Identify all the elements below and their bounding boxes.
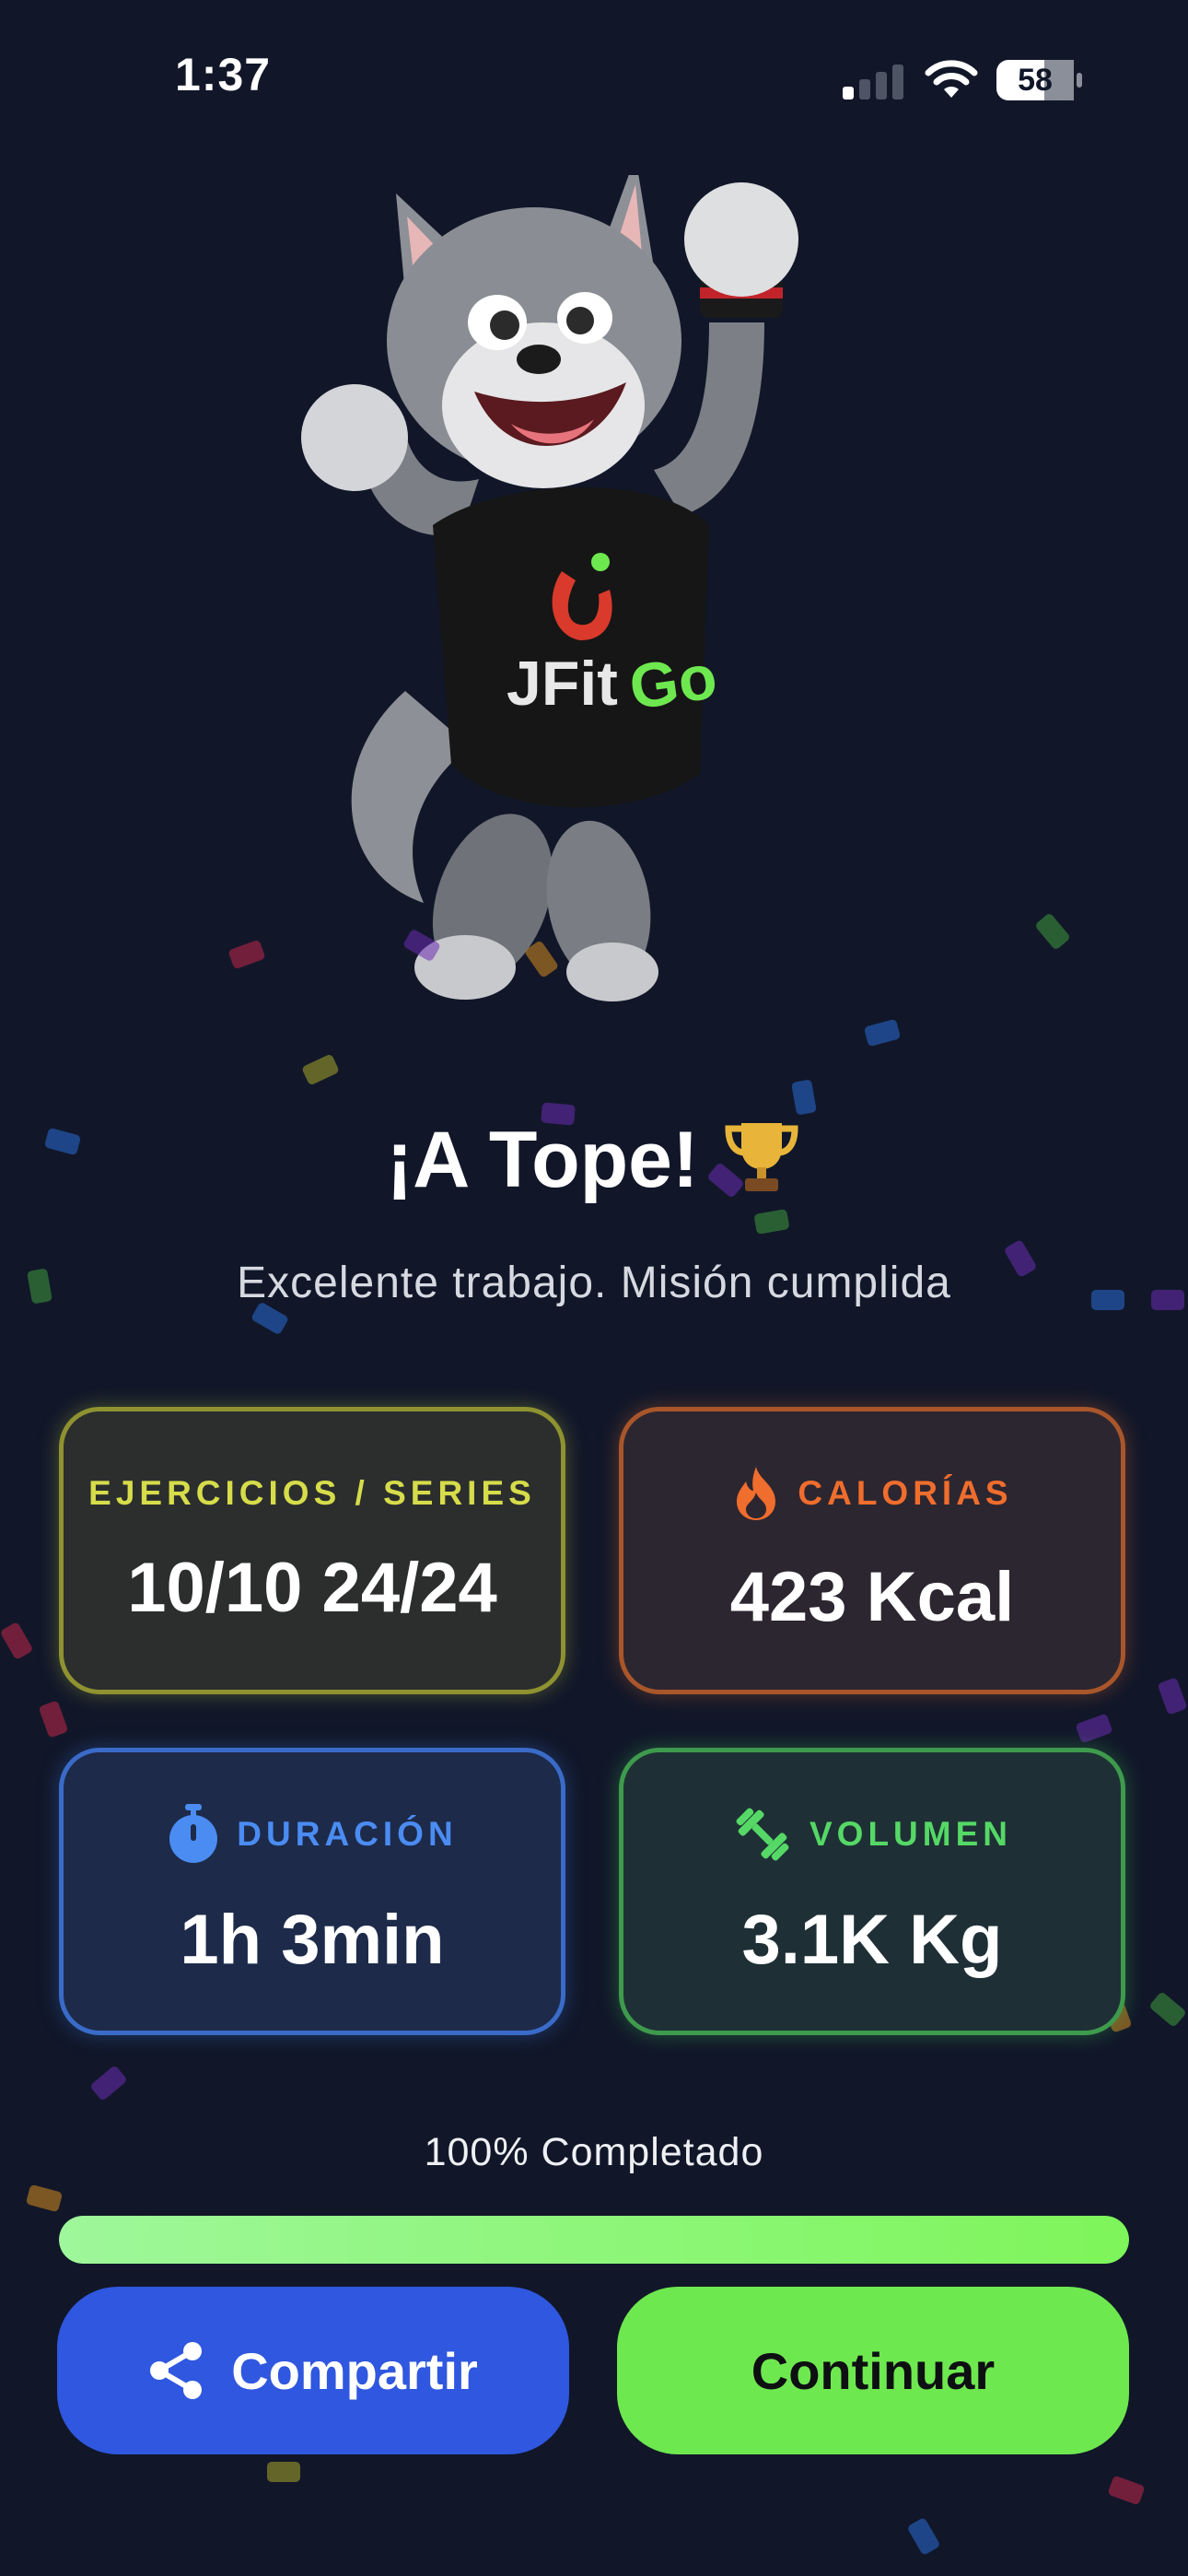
progress-bar bbox=[59, 2216, 1129, 2264]
stopwatch-icon bbox=[169, 1803, 218, 1863]
stat-value: 10/10 24/24 bbox=[127, 1548, 497, 1627]
confetti-piece bbox=[25, 2184, 64, 2213]
svg-text:JFit: JFit bbox=[507, 649, 618, 719]
confetti-piece bbox=[1107, 2475, 1146, 2506]
confetti-piece bbox=[1148, 1991, 1187, 2028]
stat-card-calories: CALORÍAS 423 Kcal bbox=[619, 1407, 1125, 1694]
stat-value: 423 Kcal bbox=[729, 1557, 1015, 1636]
confetti-piece bbox=[1075, 1713, 1113, 1744]
share-icon bbox=[150, 2342, 203, 2399]
stat-value: 1h 3min bbox=[180, 1900, 445, 1979]
confetti-piece bbox=[863, 1018, 902, 1048]
confetti-piece bbox=[301, 1053, 340, 1086]
battery-icon: 58 bbox=[996, 59, 1083, 101]
progress-bar-fill bbox=[59, 2216, 1129, 2264]
confetti-piece bbox=[227, 939, 266, 970]
confetti-piece bbox=[0, 1621, 34, 1661]
stat-card-volume: VOLUMEN 3.1K Kg bbox=[619, 1748, 1125, 2035]
subtitle: Excelente trabajo. Misión cumplida bbox=[237, 1259, 951, 1307]
flame-icon bbox=[737, 1466, 776, 1520]
wolf-mascot-illustration: JFit Go bbox=[301, 175, 798, 1001]
continue-button[interactable]: Continuar bbox=[617, 2287, 1129, 2454]
confetti-piece bbox=[89, 2065, 128, 2102]
stat-value: 3.1K Kg bbox=[741, 1900, 1003, 1979]
trophy-icon bbox=[721, 1116, 802, 1216]
stat-label: EJERCICIOS / SERIES bbox=[88, 1473, 536, 1512]
confetti-piece bbox=[1157, 1677, 1188, 1715]
stat-card-exercises: EJERCICIOS / SERIES 10/10 24/24 bbox=[59, 1407, 565, 1694]
stat-label: CALORÍAS bbox=[798, 1473, 1013, 1512]
confetti-piece bbox=[38, 1700, 69, 1739]
cellular-signal-icon bbox=[843, 63, 907, 100]
headline-title: ¡A Tope! bbox=[386, 1116, 699, 1204]
confetti-piece bbox=[1034, 912, 1071, 951]
headline: ¡A Tope! bbox=[0, 1115, 1188, 1216]
progress-label: 100% Completado bbox=[424, 2130, 764, 2174]
confetti-piece bbox=[267, 2462, 300, 2482]
share-button[interactable]: Compartir bbox=[57, 2287, 569, 2454]
stat-label: DURACIÓN bbox=[237, 1814, 458, 1853]
stat-label: VOLUMEN bbox=[809, 1814, 1012, 1853]
continue-button-label: Continuar bbox=[751, 2341, 996, 2400]
confetti-piece bbox=[906, 2516, 941, 2557]
share-button-label: Compartir bbox=[231, 2341, 478, 2400]
wifi-icon bbox=[925, 60, 978, 98]
svg-text:Go: Go bbox=[625, 641, 721, 722]
battery-level: 58 bbox=[1018, 63, 1053, 98]
status-time: 1:37 bbox=[175, 49, 272, 100]
stat-card-duration: DURACIÓN 1h 3min bbox=[59, 1748, 565, 2035]
confetti-piece bbox=[791, 1079, 817, 1116]
dumbbell-icon bbox=[736, 1808, 789, 1860]
